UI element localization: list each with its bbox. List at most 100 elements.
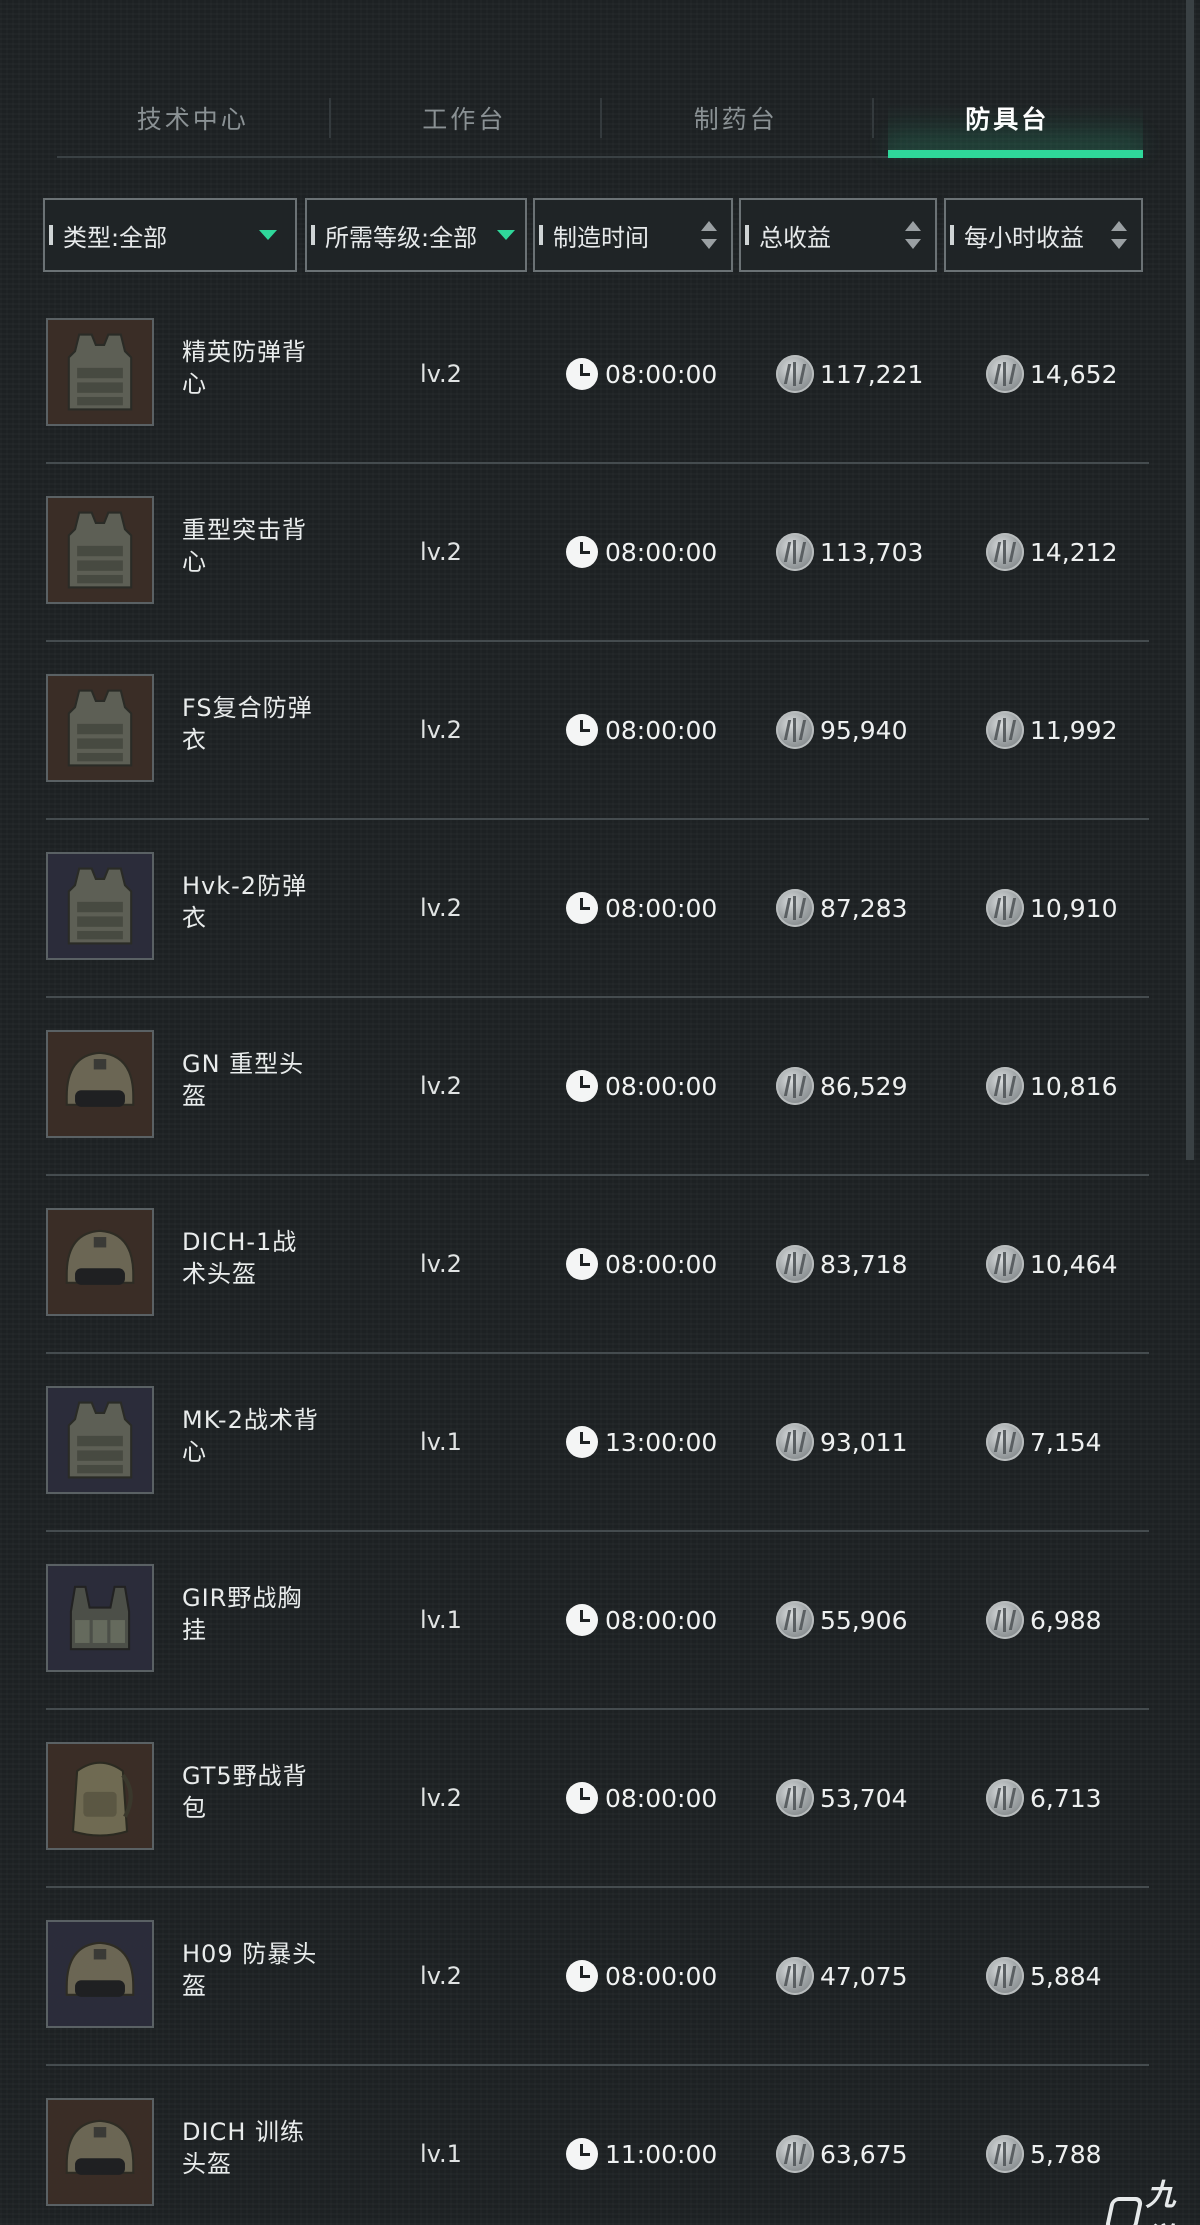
clock-icon: [566, 1248, 598, 1280]
hourly-income-value: 14,212: [1030, 537, 1118, 567]
required-level: lv.2: [420, 894, 462, 922]
helmet-icon: [46, 2098, 154, 2206]
vest-icon: [46, 1386, 154, 1494]
hourly-income-value: 10,816: [1030, 1071, 1118, 1101]
required-level: lv.1: [420, 2140, 462, 2168]
tab-pharmacy[interactable]: 制药台: [600, 80, 872, 156]
tab-label: 技术中心: [136, 105, 249, 134]
coin-icon: [776, 1601, 814, 1639]
craft-time: 08:00:00: [566, 1532, 717, 1708]
total-income-value: 87,283: [820, 893, 908, 923]
hourly-income: 10,464: [986, 1176, 1117, 1352]
hourly-income: 10,910: [986, 820, 1117, 996]
clock-icon: [566, 892, 598, 924]
filter-label: 所需等级:全部: [325, 223, 478, 252]
filter-marker: [311, 225, 315, 245]
total-income-value: 47,075: [820, 1961, 908, 1991]
vest-icon: [46, 318, 154, 426]
coin-icon: [776, 533, 814, 571]
hourly-income: 14,652: [986, 286, 1117, 462]
total-income-value: 86,529: [820, 1071, 908, 1101]
craft-time-value: 08:00:00: [605, 1783, 718, 1813]
recipe-row[interactable]: MK-2战术背心 lv.1 13:00:00 93,011 7,154: [46, 1354, 1149, 1532]
scrollbar[interactable]: [1186, 0, 1194, 1160]
craft-time-value: 08:00:00: [605, 359, 718, 389]
tab-armor-bench[interactable]: 防具台: [871, 80, 1143, 158]
recipe-list: 精英防弹背心 lv.2 08:00:00 117,221 14,652 重型突击背心 lv.…: [46, 286, 1149, 2225]
clock-icon: [566, 1604, 598, 1636]
total-income-value: 55,906: [820, 1605, 908, 1635]
level-filter-dropdown[interactable]: 所需等级:全部: [305, 198, 527, 272]
hourly-income-value: 6,713: [1030, 1783, 1102, 1813]
filter-marker: [950, 225, 954, 245]
coin-icon: [986, 889, 1024, 927]
required-level: lv.1: [420, 1428, 462, 1456]
total-income-value: 113,703: [820, 537, 924, 567]
filter-bar: 类型:全部 所需等级:全部 制造时间 总收益 每小时收益: [43, 198, 1143, 276]
clock-icon: [566, 1070, 598, 1102]
vest-icon: [46, 852, 154, 960]
recipe-row[interactable]: DICH 训练头盔 lv.1 11:00:00 63,675 5,788: [46, 2066, 1149, 2225]
total-income: 113,703: [776, 464, 923, 640]
total-income: 63,675: [776, 2066, 907, 2225]
recipe-row[interactable]: 精英防弹背心 lv.2 08:00:00 117,221 14,652: [46, 286, 1149, 464]
hourly-income-value: 14,652: [1030, 359, 1118, 389]
recipe-row[interactable]: FS复合防弹衣 lv.2 08:00:00 95,940 11,992: [46, 642, 1149, 820]
total-income-value: 83,718: [820, 1249, 908, 1279]
total-income-value: 53,704: [820, 1783, 908, 1813]
recipe-row[interactable]: GT5野战背包 lv.2 08:00:00 53,704 6,713: [46, 1710, 1149, 1888]
recipe-row[interactable]: DICH-1战术头盔 lv.2 08:00:00 83,718 10,464: [46, 1176, 1149, 1354]
tab-label: 工作台: [422, 105, 507, 134]
recipe-row[interactable]: GIR野战胸挂 lv.1 08:00:00 55,906 6,988: [46, 1532, 1149, 1710]
helmet-icon: [46, 1208, 154, 1316]
sort-icon: [1111, 219, 1127, 251]
coin-icon: [986, 2135, 1024, 2173]
type-filter-dropdown[interactable]: 类型:全部: [43, 198, 297, 272]
coin-icon: [776, 2135, 814, 2173]
watermark: 九游: [1104, 2170, 1200, 2225]
clock-icon: [566, 2138, 598, 2170]
item-name: MK-2战术背心: [182, 1406, 319, 1466]
hourly-income: 5,788: [986, 2066, 1102, 2225]
hourly-income-value: 5,788: [1030, 2139, 1102, 2169]
craft-time: 08:00:00: [566, 286, 717, 462]
total-income-value: 117,221: [820, 359, 924, 389]
coin-icon: [776, 355, 814, 393]
craft-time: 08:00:00: [566, 820, 717, 996]
craft-time: 08:00:00: [566, 1710, 717, 1886]
tab-tech-center[interactable]: 技术中心: [57, 80, 329, 156]
item-name: GN 重型头盔: [182, 1050, 305, 1110]
craft-time-sort-button[interactable]: 制造时间: [533, 198, 733, 272]
total-income: 55,906: [776, 1532, 907, 1708]
recipe-row[interactable]: 重型突击背心 lv.2 08:00:00 113,703 14,212: [46, 464, 1149, 642]
coin-icon: [986, 533, 1024, 571]
filter-marker: [745, 225, 749, 245]
craft-time: 08:00:00: [566, 642, 717, 818]
recipe-row[interactable]: Hvk-2防弹衣 lv.2 08:00:00 87,283 10,910: [46, 820, 1149, 998]
scrollbar-thumb[interactable]: [1186, 0, 1194, 1160]
sort-icon: [701, 219, 717, 251]
hourly-income-value: 5,884: [1030, 1961, 1102, 1991]
total-income-value: 93,011: [820, 1427, 908, 1457]
required-level: lv.2: [420, 1072, 462, 1100]
tab-label: 制药台: [693, 105, 778, 134]
total-income: 87,283: [776, 820, 907, 996]
total-income: 93,011: [776, 1354, 907, 1530]
craft-time: 13:00:00: [566, 1354, 717, 1530]
backpack-icon: [46, 1742, 154, 1850]
hourly-income-sort-button[interactable]: 每小时收益: [944, 198, 1143, 272]
required-level: lv.2: [420, 1784, 462, 1812]
recipe-row[interactable]: GN 重型头盔 lv.2 08:00:00 86,529 10,816: [46, 998, 1149, 1176]
required-level: lv.2: [420, 360, 462, 388]
coin-icon: [986, 1423, 1024, 1461]
craft-time: 08:00:00: [566, 1888, 717, 2064]
recipe-row[interactable]: H09 防暴头盔 lv.2 08:00:00 47,075 5,884: [46, 1888, 1149, 2066]
helmet-icon: [46, 1030, 154, 1138]
coin-icon: [986, 711, 1024, 749]
coin-icon: [986, 355, 1024, 393]
clock-icon: [566, 714, 598, 746]
craft-time: 08:00:00: [566, 1176, 717, 1352]
total-income-sort-button[interactable]: 总收益: [739, 198, 937, 272]
chevron-down-icon: [497, 230, 515, 240]
tab-workbench[interactable]: 工作台: [328, 80, 601, 156]
